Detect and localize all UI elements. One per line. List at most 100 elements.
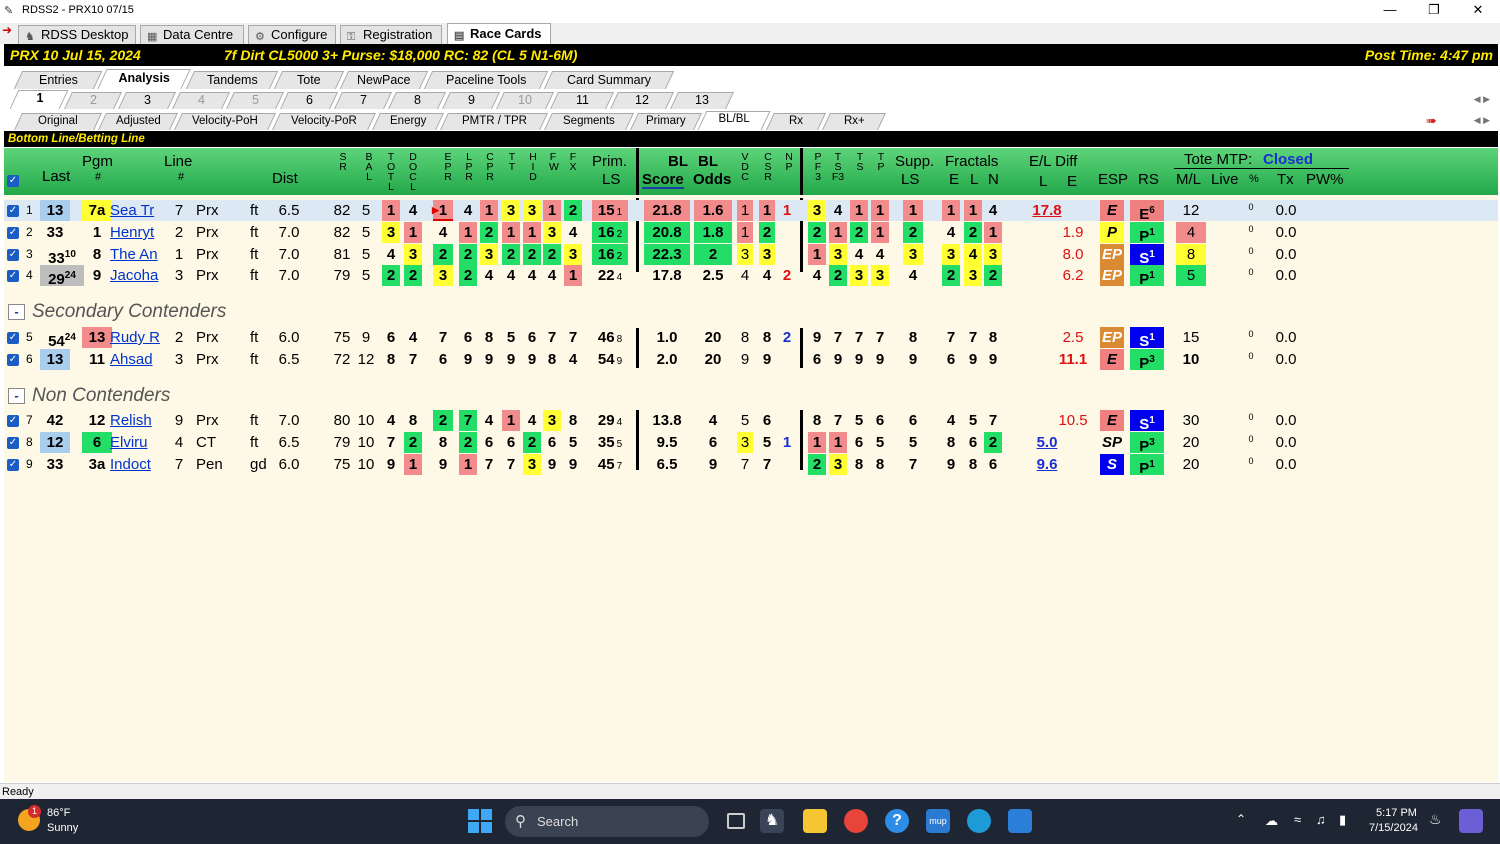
hdr-epr[interactable]: E P R — [444, 152, 452, 183]
tab-paceline-tools[interactable]: Paceline Tools — [423, 71, 549, 89]
task-view-icon[interactable] — [727, 813, 745, 829]
hdr-el-diff[interactable]: E/L Diff — [1029, 154, 1077, 169]
taskbar-search[interactable]: ⚲ Search — [505, 806, 709, 837]
copilot-icon[interactable] — [1459, 809, 1483, 833]
tab-race-3[interactable]: 3 — [118, 92, 176, 109]
cell-name[interactable]: Jacoha — [110, 265, 170, 286]
tab-configure[interactable]: ⚙ Configure — [248, 25, 336, 44]
help-icon[interactable]: ? — [885, 809, 909, 833]
export-arrow-icon[interactable]: ➠ — [1426, 113, 1437, 129]
tab-rx-plus[interactable]: Rx+ — [822, 113, 886, 130]
cell-name[interactable]: Elviru — [110, 432, 170, 453]
tab-race-10[interactable]: 10 — [496, 92, 554, 109]
cloud-icon[interactable]: ☁ — [1265, 813, 1278, 829]
tab-race-cards[interactable]: ▤ Race Cards — [447, 23, 551, 44]
tab-race-6[interactable]: 6 — [280, 92, 338, 109]
tab-race-9[interactable]: 9 — [442, 92, 500, 109]
clock-time[interactable]: 5:17 PM — [1376, 807, 1417, 819]
hdr-last[interactable]: Last — [42, 169, 70, 184]
hdr-docl[interactable]: D O C L — [409, 152, 417, 193]
tab-race-1[interactable]: 1 — [9, 90, 69, 109]
tab-bl-bl[interactable]: BL/BL — [697, 111, 771, 130]
hdr-supp[interactable]: Supp. — [895, 154, 934, 169]
table-row[interactable]: ✓ 4 2924 9 Jacoha 3 Prx ft 7.0 79 5 2 2 3 2 4 4 4 4 1 22 4 17.… — [4, 265, 1498, 288]
hdr-line[interactable]: Line — [164, 154, 192, 169]
row-checkbox[interactable]: ✓ — [7, 354, 19, 366]
hdr-dist[interactable]: Dist — [272, 171, 298, 186]
table-row[interactable]: ✓ 8 12 6 Elviru 4 CT ft 6.5 79 10 7 2 8 2 6 6 2 6 5 35 5 9.5 6 3… — [4, 432, 1498, 455]
tab-race-8[interactable]: 8 — [388, 92, 446, 109]
tab-race-11[interactable]: 11 — [550, 92, 614, 109]
maximize-button[interactable]: ❐ — [1412, 0, 1456, 21]
row-checkbox[interactable]: ✓ — [7, 332, 19, 344]
hdr-fx[interactable]: F X — [569, 152, 577, 173]
tab-race-13[interactable]: 13 — [670, 92, 734, 109]
hdr-cpr[interactable]: C P R — [486, 152, 494, 183]
cell-name[interactable]: Relish — [110, 410, 170, 431]
table-row[interactable]: ✓ 1 13 7a Sea Tr 7 Prx ft 6.5 82 5 1 4 1 ▶ 4 1 3 3 1 2 15 1 21.… — [4, 200, 1498, 223]
hdr-esp[interactable]: ESP — [1098, 172, 1128, 187]
collapse-secondary-button[interactable]: - — [8, 304, 25, 320]
tab-registration[interactable]: ⚿ Registration — [340, 25, 442, 44]
cell-name[interactable]: Rudy R — [110, 327, 170, 348]
hdr-odds[interactable]: Odds — [693, 172, 731, 187]
tab-rx[interactable]: Rx — [766, 113, 826, 130]
view-scroll-arrows-icon[interactable]: ◀ ▶ — [1474, 115, 1490, 126]
tab-tandems[interactable]: Tandems — [185, 71, 279, 89]
hdr-hid[interactable]: H I D — [529, 152, 537, 183]
table-row[interactable]: ✓ 5 5424 13 Rudy R 2 Prx ft 6.0 75 9 6 4 7 6 8 5 6 7 7 46 8 1.… — [4, 327, 1498, 350]
hdr-totl[interactable]: T O T L — [387, 152, 395, 193]
tab-race-2[interactable]: 2 — [64, 92, 122, 109]
hdr-score[interactable]: Score — [642, 172, 684, 189]
row-checkbox[interactable]: ✓ — [7, 227, 19, 239]
tab-original[interactable]: Original — [14, 113, 102, 130]
hdr-tt[interactable]: T T — [508, 152, 516, 173]
hdr-tsf3[interactable]: T S F3 — [831, 152, 845, 183]
table-row[interactable]: ✓ 3 3310 8 The An 1 Prx ft 7.0 81 5 4 3 2 2 3 2 2 2 3 16 2 22.… — [4, 244, 1498, 267]
collapse-non-button[interactable]: - — [8, 388, 25, 404]
cell-name[interactable]: Sea Tr — [110, 200, 170, 221]
minimize-button[interactable]: — — [1368, 0, 1412, 21]
hdr-vdc[interactable]: V D C — [741, 152, 749, 183]
hdr-fw[interactable]: F W — [549, 152, 559, 173]
tab-newpace[interactable]: NewPace — [339, 71, 429, 89]
tab-velocity-por[interactable]: Velocity-PoR — [272, 113, 376, 130]
clock-date[interactable]: 7/15/2024 — [1369, 822, 1418, 834]
hdr-pgm[interactable]: Pgm — [82, 154, 113, 169]
tab-rdss-desktop[interactable]: ♞ RDSS Desktop — [18, 25, 136, 44]
hdr-pf3[interactable]: P F 3 — [814, 152, 822, 183]
table-row[interactable]: ✓ 7 42 12 Relish 9 Prx ft 7.0 80 10 4 8 2 7 4 1 4 3 8 29 4 13.… — [4, 410, 1498, 433]
close-button[interactable]: ✕ — [1456, 0, 1500, 21]
hdr-np[interactable]: N P — [785, 152, 793, 173]
tab-analysis[interactable]: Analysis — [97, 69, 191, 89]
tab-velocity-poh[interactable]: Velocity-PoH — [174, 113, 276, 130]
tab-adjusted[interactable]: Adjusted — [98, 113, 178, 130]
table-row[interactable]: ✓ 6 13 11 Ahsad 3 Prx ft 6.5 72 12 8 7 6 9 9 9 9 8 4 54 9 2.0 2… — [4, 349, 1498, 372]
hdr-ml[interactable]: M/L — [1176, 172, 1201, 187]
battery-icon[interactable]: ▮ — [1339, 812, 1346, 828]
hdr-live[interactable]: Live — [1211, 172, 1239, 187]
select-all-checkbox[interactable]: ✓ — [7, 175, 19, 187]
tab-race-7[interactable]: 7 — [334, 92, 392, 109]
cell-name[interactable]: Indoct — [110, 454, 170, 475]
tab-race-12[interactable]: 12 — [610, 92, 674, 109]
file-explorer-icon[interactable] — [803, 809, 827, 833]
volume-icon[interactable]: ♫ — [1316, 812, 1326, 827]
hdr-fractals[interactable]: Fractals — [945, 154, 998, 169]
row-checkbox[interactable]: ✓ — [7, 270, 19, 282]
wifi-icon[interactable]: ≈ — [1294, 812, 1301, 827]
photos-icon[interactable] — [1008, 809, 1032, 833]
tab-card-summary[interactable]: Card Summary — [543, 71, 675, 89]
row-checkbox[interactable]: ✓ — [7, 249, 19, 261]
table-row[interactable]: ✓ 2 33 1 Henryt 2 Prx ft 7.0 82 5 3 1 4 1 2 1 1 3 4 16 2 20.8 1… — [4, 222, 1498, 245]
hdr-bl2[interactable]: BL — [698, 154, 718, 169]
table-row[interactable]: ✓ 9 33 3a Indoct 7 Pen gd 6.0 75 10 9 1 9 1 7 7 3 9 9 45 7 6.5… — [4, 454, 1498, 477]
tab-scroll-arrows-icon[interactable]: ◀ ▶ — [1474, 94, 1490, 105]
hdr-bl[interactable]: BL — [668, 154, 688, 169]
tab-primary[interactable]: Primary — [630, 113, 702, 130]
hdr-prim[interactable]: Prim. — [592, 154, 627, 169]
cell-name[interactable]: The An — [110, 244, 170, 265]
row-checkbox[interactable]: ✓ — [7, 415, 19, 427]
hdr-tx[interactable]: Tx — [1277, 172, 1294, 187]
chevron-up-icon[interactable]: ⌃ — [1236, 812, 1246, 826]
